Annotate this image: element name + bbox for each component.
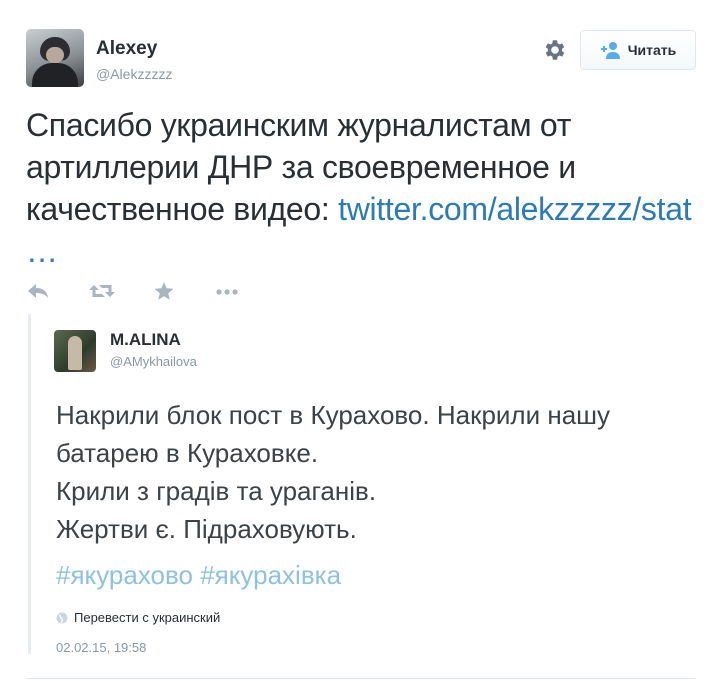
hashtag-link[interactable]: #якурахівка — [200, 560, 341, 590]
add-user-icon — [600, 41, 622, 59]
quoted-text: Накрили блок пост в Курахово. Накрили на… — [56, 396, 696, 548]
follow-button[interactable]: Читать — [580, 30, 696, 70]
reply-icon[interactable] — [26, 280, 52, 302]
quoted-author-name[interactable]: M.ALINA — [110, 330, 181, 350]
tweet-text: Спасибо украинским журналистам от артилл… — [26, 104, 706, 272]
author-avatar[interactable] — [26, 29, 84, 87]
quoted-author-avatar[interactable] — [54, 330, 96, 372]
quoted-line: Накрили блок пост в Курахово. Накрили на… — [56, 400, 611, 468]
author-handle[interactable]: @Alekzzzzz — [96, 66, 172, 82]
follow-label: Читать — [627, 42, 677, 58]
gear-icon[interactable] — [541, 37, 567, 63]
quoted-line: Жертви є. Підраховують. — [56, 514, 357, 544]
retweet-icon[interactable] — [88, 280, 115, 302]
favorite-icon[interactable] — [152, 280, 178, 302]
translate-label: Перевести с украинский — [74, 610, 221, 625]
author-name[interactable]: Alexey — [96, 38, 157, 60]
tweet-card: Alexey @Alekzzzzz Читать Спасибо украинс… — [0, 0, 722, 681]
globe-icon — [56, 612, 68, 624]
divider — [26, 678, 696, 679]
quoted-author-handle[interactable]: @AMykhailova — [110, 354, 197, 369]
hashtag-link[interactable]: #якурахово — [56, 560, 193, 590]
quote-divider — [28, 314, 31, 654]
translate-link[interactable]: Перевести с украинский — [56, 610, 220, 625]
quoted-tweet[interactable]: M.ALINA @AMykhailova Накрили блок пост в… — [28, 314, 698, 654]
more-icon[interactable] — [214, 280, 240, 302]
quoted-hashtags: #якурахово #якурахівка — [56, 560, 341, 591]
quoted-line: Крили з градів та ураганів. — [56, 476, 377, 506]
quoted-timestamp[interactable]: 02.02.15, 19:58 — [56, 640, 146, 654]
